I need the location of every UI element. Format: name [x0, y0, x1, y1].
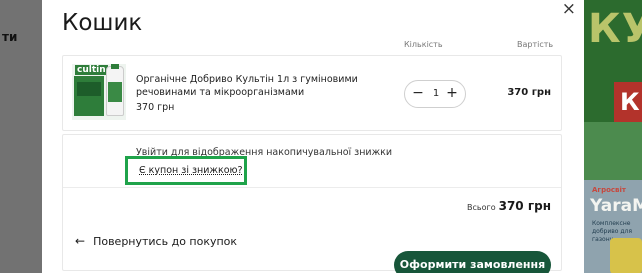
close-icon[interactable]: × [562, 0, 576, 18]
checkout-summary: Увійти для відображення накопичувальної … [62, 134, 562, 273]
cart-modal: × Кошик Кількість Вартість cultin Органі… [42, 0, 584, 273]
background-page-right: КУЛ К Агросвіт YaraMila Комплексне добри… [584, 0, 642, 273]
banner-title: YaraMila [590, 196, 642, 216]
background-text-fragment: ти [2, 30, 18, 44]
checkout-button[interactable]: Оформити замовлення [394, 251, 551, 273]
product-thumbnail[interactable]: cultin [72, 64, 126, 120]
product-logo: cultin [75, 65, 108, 75]
decrease-quantity-button[interactable]: − [409, 85, 427, 103]
bottle-label-image [108, 82, 122, 102]
banner-top-text: КУЛ [588, 6, 642, 52]
product-unit-price: 370 грн [136, 102, 175, 113]
background-banner-top: КУЛ К [584, 0, 642, 122]
product-box-image [74, 76, 104, 116]
total-label: Всього [467, 203, 496, 212]
product-name[interactable]: Органічне Добриво Культін 1л з гуміновим… [136, 73, 386, 99]
background-banner-bottom: Агросвіт YaraMila Комплексне добриво для… [584, 180, 642, 273]
column-header-price: Вартість [517, 40, 554, 49]
total-value: 370 грн [498, 199, 551, 213]
coupon-highlight: Є купон зі знижкою? [125, 156, 247, 185]
banner-brand: Агросвіт [592, 186, 626, 194]
coupon-link[interactable]: Є купон зі знижкою? [139, 165, 243, 176]
cart-item-row: cultin Органічне Добриво Культін 1л з гу… [62, 55, 562, 131]
column-header-quantity: Кількість [404, 40, 443, 49]
quantity-stepper: − 1 + [404, 80, 466, 108]
increase-quantity-button[interactable]: + [443, 85, 461, 103]
product-bag-image [610, 238, 642, 273]
divider [63, 187, 561, 188]
back-to-shopping-label: Повернутись до покупок [93, 234, 238, 248]
item-total-price: 370 грн [507, 87, 551, 98]
background-green-strip [584, 122, 642, 180]
modal-title: Кошик [62, 10, 143, 36]
back-to-shopping-link[interactable]: ← Повернутись до покупок [75, 234, 237, 248]
background-page-left: ти [0, 0, 42, 273]
arrow-left-icon: ← [75, 234, 86, 248]
banner-red-text: К [614, 82, 642, 122]
